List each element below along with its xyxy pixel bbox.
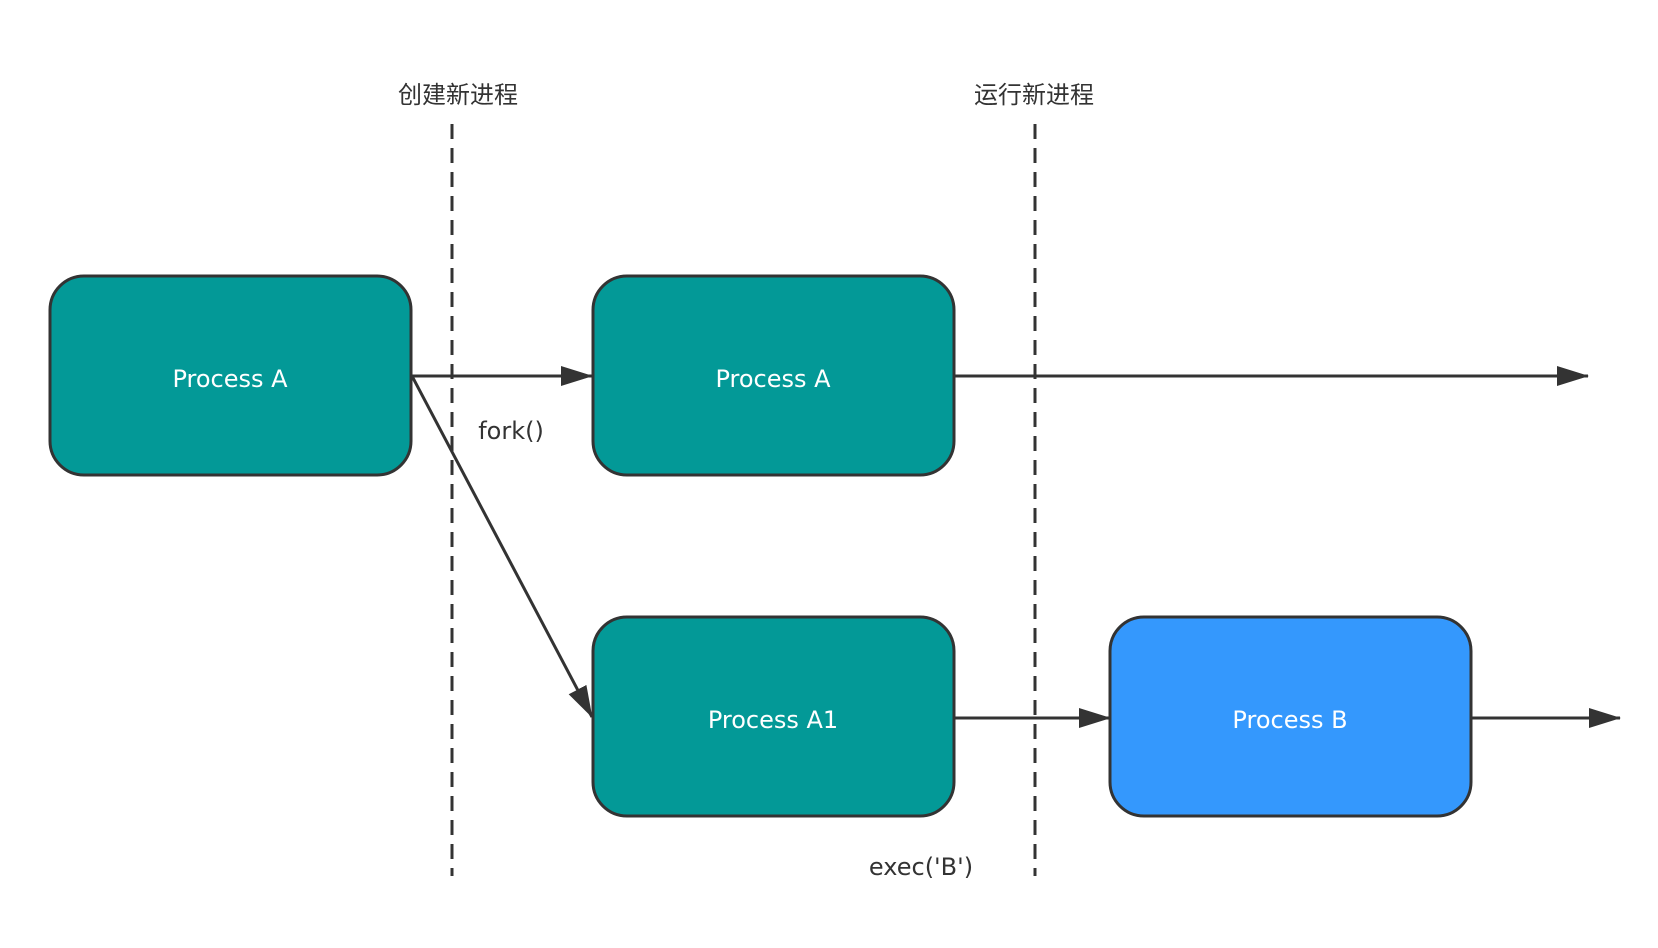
phase-label-run: 运行新进程 [974,81,1094,109]
node-label: Process A [172,365,288,393]
diagram-canvas: 创建新进程 运行新进程 fork() exec('B') Process A P… [0,0,1658,948]
node-process-a-origin: Process A [48,274,413,477]
edge-label-exec: exec('B') [869,853,973,881]
node-label: Process B [1232,706,1347,734]
phase-label-create: 创建新进程 [398,81,518,109]
edge-label-fork: fork() [478,417,544,445]
node-label: Process A [715,365,831,393]
process-diagram: 创建新进程 运行新进程 fork() exec('B') Process A P… [48,81,1621,881]
node-process-b: Process B [1108,615,1473,818]
node-label: Process A1 [708,706,838,734]
node-process-a1: Process A1 [591,615,956,818]
node-process-a-parent: Process A [591,274,956,477]
